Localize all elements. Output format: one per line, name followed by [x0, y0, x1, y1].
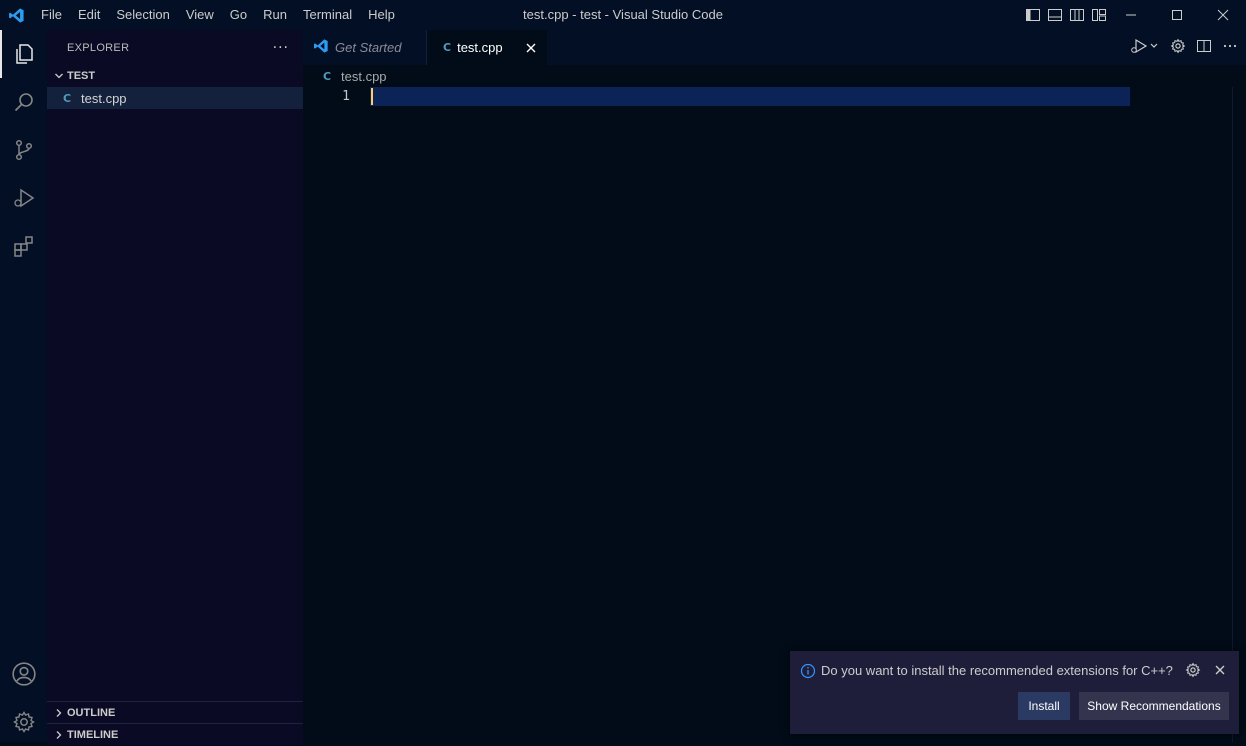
editor-actions [1130, 30, 1238, 65]
source-control-icon[interactable] [0, 126, 47, 174]
outline-section[interactable]: OUTLINE [47, 701, 303, 723]
tab-label: test.cpp [457, 40, 503, 55]
account-icon[interactable] [0, 650, 47, 698]
run-debug-icon[interactable] [0, 174, 47, 222]
outline-label: OUTLINE [67, 707, 116, 719]
close-notification-icon[interactable] [1212, 662, 1228, 678]
maximize-icon[interactable] [1154, 0, 1200, 30]
tab-label: Get Started [335, 40, 402, 55]
tab-get-started[interactable]: Get Started [303, 30, 426, 65]
install-button[interactable]: Install [1018, 692, 1070, 720]
settings-gear-icon[interactable] [1170, 38, 1186, 58]
title-bar: File Edit Selection View Go Run Terminal… [0, 0, 1246, 30]
vscode-logo-icon [313, 38, 329, 57]
editor-scrollbar[interactable] [1232, 87, 1246, 742]
chevron-right-icon [51, 730, 67, 740]
menu-edit[interactable]: Edit [70, 0, 108, 30]
breadcrumb[interactable]: C test.cpp [303, 65, 1246, 87]
layout-controls [1024, 0, 1108, 30]
menu-help[interactable]: Help [360, 0, 403, 30]
menu-bar: File Edit Selection View Go Run Terminal… [33, 0, 403, 30]
minimize-icon[interactable] [1108, 0, 1154, 30]
folder-name: TEST [67, 70, 96, 82]
toggle-secondary-sidebar-icon[interactable] [1068, 6, 1086, 24]
menu-view[interactable]: View [178, 0, 222, 30]
line-number: 1 [342, 89, 350, 104]
manage-gear-icon[interactable] [0, 698, 47, 746]
menu-file[interactable]: File [33, 0, 70, 30]
editor-tabs: Get Started C test.cpp [303, 30, 1246, 65]
notification-toast: Do you want to install the recommended e… [790, 651, 1239, 734]
split-editor-icon[interactable] [1196, 38, 1212, 58]
cpp-file-icon: C [63, 91, 72, 105]
activity-bar [0, 30, 47, 742]
folder-section-test[interactable]: TEST [47, 65, 303, 87]
notification-settings-gear-icon[interactable] [1185, 662, 1201, 678]
info-icon [800, 663, 816, 679]
more-actions-icon[interactable]: ··· [273, 40, 289, 56]
menu-selection[interactable]: Selection [108, 0, 177, 30]
toggle-primary-sidebar-icon[interactable] [1024, 6, 1042, 24]
sidebar-header: EXPLORER ··· [47, 30, 303, 65]
vscode-logo-icon[interactable] [0, 0, 33, 30]
cpp-file-icon: C [323, 69, 332, 83]
more-actions-icon[interactable] [1222, 38, 1238, 58]
menu-go[interactable]: Go [222, 0, 255, 30]
run-debug-dropdown-icon[interactable] [1130, 38, 1160, 58]
file-item-test-cpp[interactable]: C test.cpp [47, 87, 303, 109]
explorer-icon[interactable] [0, 30, 47, 78]
close-window-icon[interactable] [1200, 0, 1246, 30]
menu-run[interactable]: Run [255, 0, 295, 30]
toggle-panel-icon[interactable] [1046, 6, 1064, 24]
code-editor[interactable]: 1 [303, 87, 1246, 742]
file-name: test.cpp [81, 90, 127, 106]
notification-message: Do you want to install the recommended e… [821, 663, 1173, 678]
customize-layout-icon[interactable] [1090, 6, 1108, 24]
show-recommendations-button[interactable]: Show Recommendations [1079, 692, 1229, 720]
chevron-right-icon [51, 708, 67, 718]
timeline-label: TIMELINE [67, 729, 119, 741]
menu-terminal[interactable]: Terminal [295, 0, 360, 30]
sidebar-title: EXPLORER [67, 41, 130, 54]
extensions-icon[interactable] [0, 222, 47, 270]
explorer-sidebar: EXPLORER ··· TEST C test.cpp OUTLINE TIM… [47, 30, 303, 745]
search-icon[interactable] [0, 78, 47, 126]
window-controls [1108, 0, 1246, 30]
breadcrumb-file[interactable]: test.cpp [341, 69, 387, 84]
cpp-file-icon: C [443, 41, 452, 54]
text-cursor [371, 88, 373, 105]
chevron-down-icon [51, 71, 67, 81]
tab-test-cpp[interactable]: C test.cpp [426, 30, 547, 65]
close-tab-icon[interactable] [523, 40, 539, 56]
current-line-highlight [370, 87, 1130, 106]
